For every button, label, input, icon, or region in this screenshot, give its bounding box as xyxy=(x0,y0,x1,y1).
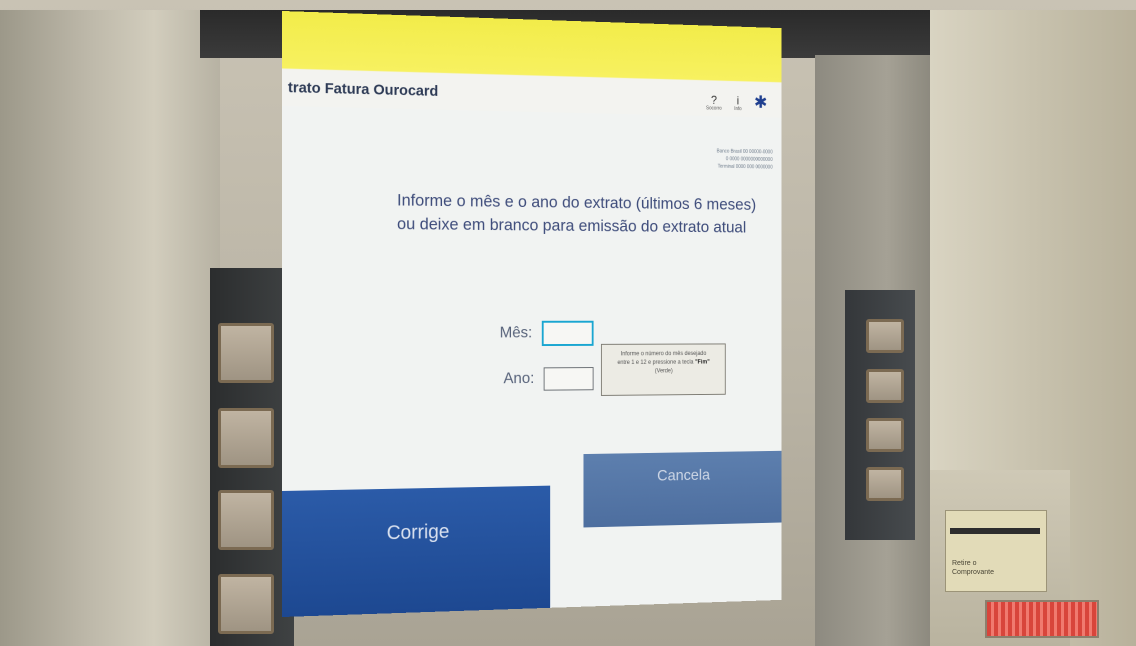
left-function-key-1[interactable] xyxy=(218,323,274,383)
month-row: Mês: xyxy=(499,320,594,347)
receipt-slot xyxy=(950,528,1040,534)
help-icon[interactable]: ? Socorro xyxy=(706,93,722,111)
info-icon[interactable]: i Info xyxy=(734,94,741,112)
year-row: Ano: xyxy=(503,367,594,391)
year-label: Ano: xyxy=(503,370,535,388)
left-function-key-2[interactable] xyxy=(218,408,274,468)
month-field[interactable] xyxy=(541,320,594,347)
atm-screen: trato Fatura Ourocard ? Socorro i Info ✱… xyxy=(282,11,782,617)
left-function-key-3[interactable] xyxy=(218,490,274,550)
year-field[interactable] xyxy=(543,367,594,391)
month-label: Mês: xyxy=(499,324,533,342)
terminal-info: Banco Brasil 00 00000-0000 0 0000 000000… xyxy=(702,147,773,171)
receipt-label-text: Retire o Comprovante xyxy=(952,560,995,576)
bank-logo-icon: ✱ xyxy=(754,92,768,112)
instruction-line-2: ou deixe em branco para emissão do extra… xyxy=(397,214,747,237)
instruction-text: Informe o mês e o ano do extrato (último… xyxy=(397,189,756,239)
right-function-key-3[interactable] xyxy=(866,418,904,452)
hint-tooltip: Informe o número do mês desejado entre 1… xyxy=(600,343,726,396)
receipt-label-plate: Retire o Comprovante xyxy=(945,510,1047,592)
corrige-button[interactable]: Corrige xyxy=(282,485,551,617)
right-function-key-2[interactable] xyxy=(866,369,904,403)
info-line: Terminal 0000 000 0000000 xyxy=(717,163,773,171)
right-function-key-4[interactable] xyxy=(866,467,904,501)
right-function-key-1[interactable] xyxy=(866,319,904,353)
left-function-key-4[interactable] xyxy=(218,574,274,634)
card-reader-strip xyxy=(985,600,1099,638)
header-icons: ? Socorro i Info ✱ xyxy=(706,92,768,113)
atm-left-pillar xyxy=(0,10,220,646)
cancela-button[interactable]: Cancela xyxy=(583,450,782,528)
